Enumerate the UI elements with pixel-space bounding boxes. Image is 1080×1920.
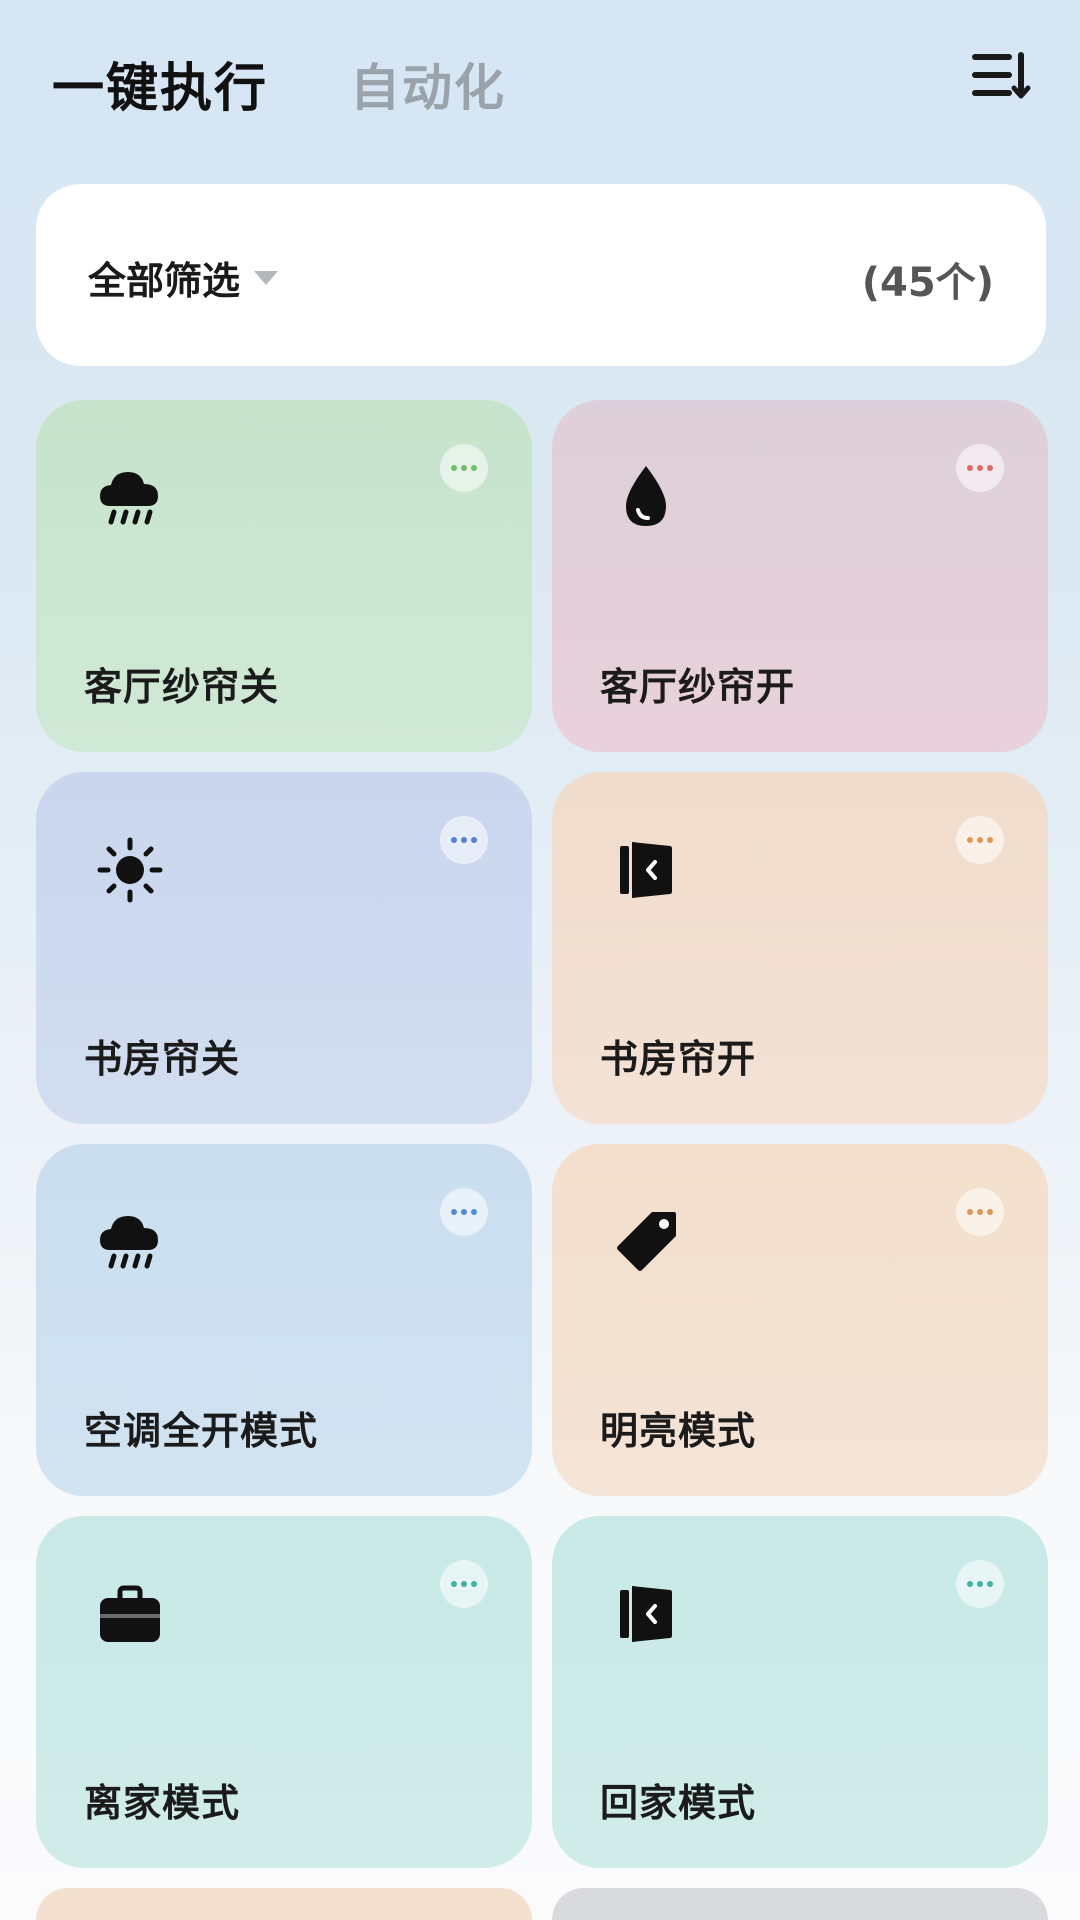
more-options-icon[interactable] [440,1188,488,1236]
tab-automation[interactable]: 自动化 [350,48,506,120]
tab-one-click[interactable]: 一键执行 [52,46,268,121]
scene-card[interactable]: 书房帘关 [36,772,532,1124]
scene-card-label: 离家模式 [84,1781,241,1825]
more-options-icon[interactable] [440,1560,488,1608]
scene-card-partial[interactable] [36,1888,532,1920]
filter-label: 全部筛选 [88,259,241,303]
scene-card[interactable]: 回家模式 [552,1516,1048,1868]
scene-card-label: 客厅纱帘关 [84,665,280,709]
more-options-icon[interactable] [956,1560,1004,1608]
door-exit-icon [608,832,684,908]
more-options-icon[interactable] [956,444,1004,492]
sort-list-icon[interactable] [968,48,1032,102]
filter-bar[interactable]: 全部筛选 (45个) [36,184,1046,366]
more-options-icon[interactable] [440,816,488,864]
caret-down-icon [254,270,279,285]
door-exit-icon [608,1576,684,1652]
scene-card[interactable]: 明亮模式 [552,1144,1048,1496]
rain-cloud-icon [92,460,168,536]
scene-card-partial[interactable] [552,1888,1048,1920]
scene-card[interactable]: 客厅纱帘开 [552,400,1048,752]
more-options-icon[interactable] [440,444,488,492]
water-drop-icon [608,460,684,536]
scene-card-label: 空调全开模式 [84,1409,319,1453]
scene-card[interactable]: 书房帘开 [552,772,1048,1124]
scene-count: (45个) [861,260,994,306]
rain-cloud-icon [92,1204,168,1280]
scene-card-label: 书房帘关 [84,1037,241,1081]
briefcase-icon [92,1576,168,1652]
scene-card-label: 回家模式 [600,1781,757,1825]
scene-card[interactable]: 离家模式 [36,1516,532,1868]
scene-card[interactable]: 空调全开模式 [36,1144,532,1496]
tag-icon [608,1204,684,1280]
scene-card-label: 书房帘开 [600,1037,757,1081]
header: 一键执行 自动化 [0,0,1080,170]
scene-card-label: 明亮模式 [600,1409,757,1453]
sun-icon [92,832,168,908]
scene-card[interactable]: 客厅纱帘关 [36,400,532,752]
scene-card-label: 客厅纱帘开 [600,665,796,709]
more-options-icon[interactable] [956,1188,1004,1236]
more-options-icon[interactable] [956,816,1004,864]
filter-dropdown[interactable]: 全部筛选 [88,250,279,305]
